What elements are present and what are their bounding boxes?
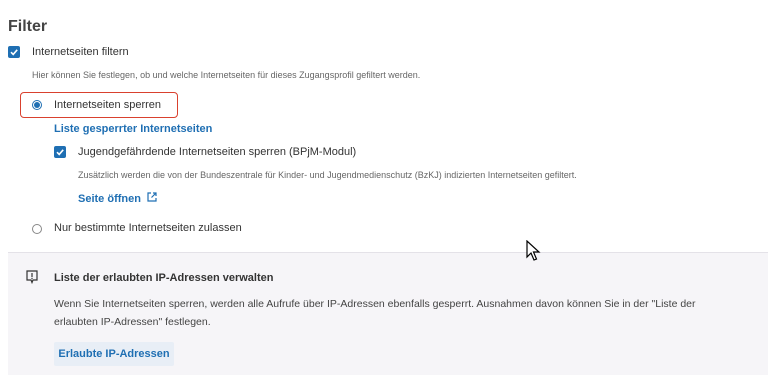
ip-info-title: Liste der erlaubten IP-Adressen verwalte…: [54, 272, 274, 284]
block-websites-radio[interactable]: [32, 100, 42, 110]
bpjm-description: Zusätzlich werden die von der Bundeszent…: [78, 170, 577, 180]
allowed-ip-button[interactable]: Erlaubte IP-Adressen: [54, 342, 174, 366]
mouse-cursor-icon: [526, 240, 541, 261]
warning-icon: [26, 270, 38, 284]
block-websites-label: Internetseiten sperren: [54, 99, 162, 111]
blocked-list-link[interactable]: Liste gesperrter Internetseiten: [54, 123, 212, 135]
bpjm-label: Jugendgefährdende Internetseiten sperren…: [78, 146, 357, 158]
filter-websites-label: Internetseiten filtern: [32, 46, 129, 58]
ip-info-text: Wenn Sie Internetseiten sperren, werden …: [54, 298, 696, 328]
bpjm-checkbox[interactable]: [54, 146, 66, 158]
checkmark-icon: [10, 49, 18, 56]
allow-websites-label: Nur bestimmte Internetseiten zulassen: [54, 222, 242, 234]
filter-websites-description: Hier können Sie festlegen, ob und welche…: [32, 70, 421, 80]
open-page-link[interactable]: Seite öffnen: [78, 193, 141, 205]
filter-websites-checkbox[interactable]: [8, 46, 20, 58]
allow-websites-radio[interactable]: [32, 224, 42, 234]
external-link-icon[interactable]: [146, 191, 158, 203]
checkmark-icon: [56, 149, 64, 156]
section-title: Filter: [8, 18, 48, 35]
